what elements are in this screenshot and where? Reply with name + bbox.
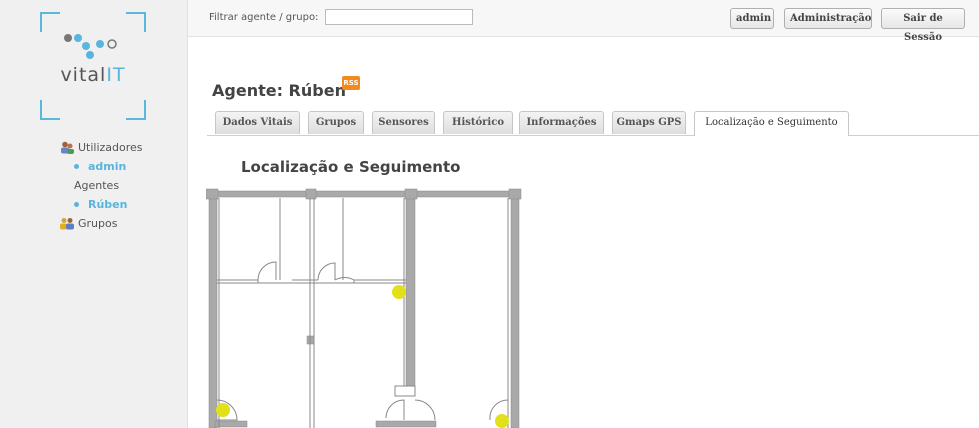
tab-historico[interactable]: Histórico: [443, 111, 513, 134]
sidebar-nav: Utilizadores admin Agentes Rúben Grupos: [60, 138, 143, 233]
administration-button[interactable]: Administração: [784, 8, 872, 29]
tab-gmaps-gps[interactable]: Gmaps GPS: [612, 111, 686, 134]
tab-grupos[interactable]: Grupos: [308, 111, 364, 134]
molecule-icon: [64, 34, 117, 59]
sidebar-item-label: Rúben: [88, 198, 128, 211]
tab-sensores[interactable]: Sensores: [372, 111, 435, 134]
groups-icon: [60, 218, 74, 230]
logo[interactable]: vitalIT: [40, 12, 146, 120]
sidebar: vitalIT Utilizadores admin Agentes Rúben: [0, 0, 188, 428]
bullet-icon: [74, 202, 79, 207]
logo-corner: [40, 100, 60, 120]
rss-icon[interactable]: RSS: [342, 76, 360, 90]
filter-input[interactable]: [325, 9, 473, 25]
sidebar-item-admin[interactable]: admin: [60, 157, 143, 176]
sidebar-item-grupos[interactable]: Grupos: [60, 214, 143, 233]
floor-plan: [206, 188, 522, 428]
logo-corner: [126, 100, 146, 120]
filter-label: Filtrar agente / grupo:: [209, 12, 319, 23]
page-title: Agente: Rúben: [212, 81, 346, 100]
logo-text: vitalIT: [60, 64, 126, 86]
sidebar-item-utilizadores[interactable]: Utilizadores: [60, 138, 143, 157]
tab-dados-vitais[interactable]: Dados Vitais: [215, 111, 300, 134]
sidebar-item-ruben[interactable]: Rúben: [60, 195, 143, 214]
sidebar-item-label: Grupos: [78, 217, 118, 230]
tab-informacoes[interactable]: Informações: [519, 111, 604, 134]
user-button[interactable]: admin: [730, 8, 774, 29]
sidebar-item-label: Utilizadores: [78, 141, 143, 154]
users-icon: [61, 141, 74, 154]
logo-corner: [126, 12, 146, 32]
location-marker[interactable]: [495, 414, 509, 428]
logout-button[interactable]: Sair de Sessão: [881, 8, 965, 43]
tab-bar: Dados Vitais Grupos Sensores Histórico I…: [207, 111, 979, 136]
bullet-icon: [74, 164, 79, 169]
section-title: Localização e Seguimento: [241, 158, 461, 176]
sidebar-item-agentes[interactable]: Agentes: [60, 176, 143, 195]
sidebar-item-label: admin: [88, 160, 127, 173]
sidebar-item-label: Agentes: [74, 179, 120, 192]
logo-corner: [40, 12, 60, 32]
top-bar: Filtrar agente / grupo: admin Administra…: [188, 0, 979, 43]
tab-localizacao[interactable]: Localização e Seguimento: [694, 111, 849, 136]
location-marker[interactable]: [216, 403, 230, 417]
location-marker[interactable]: [392, 285, 406, 299]
